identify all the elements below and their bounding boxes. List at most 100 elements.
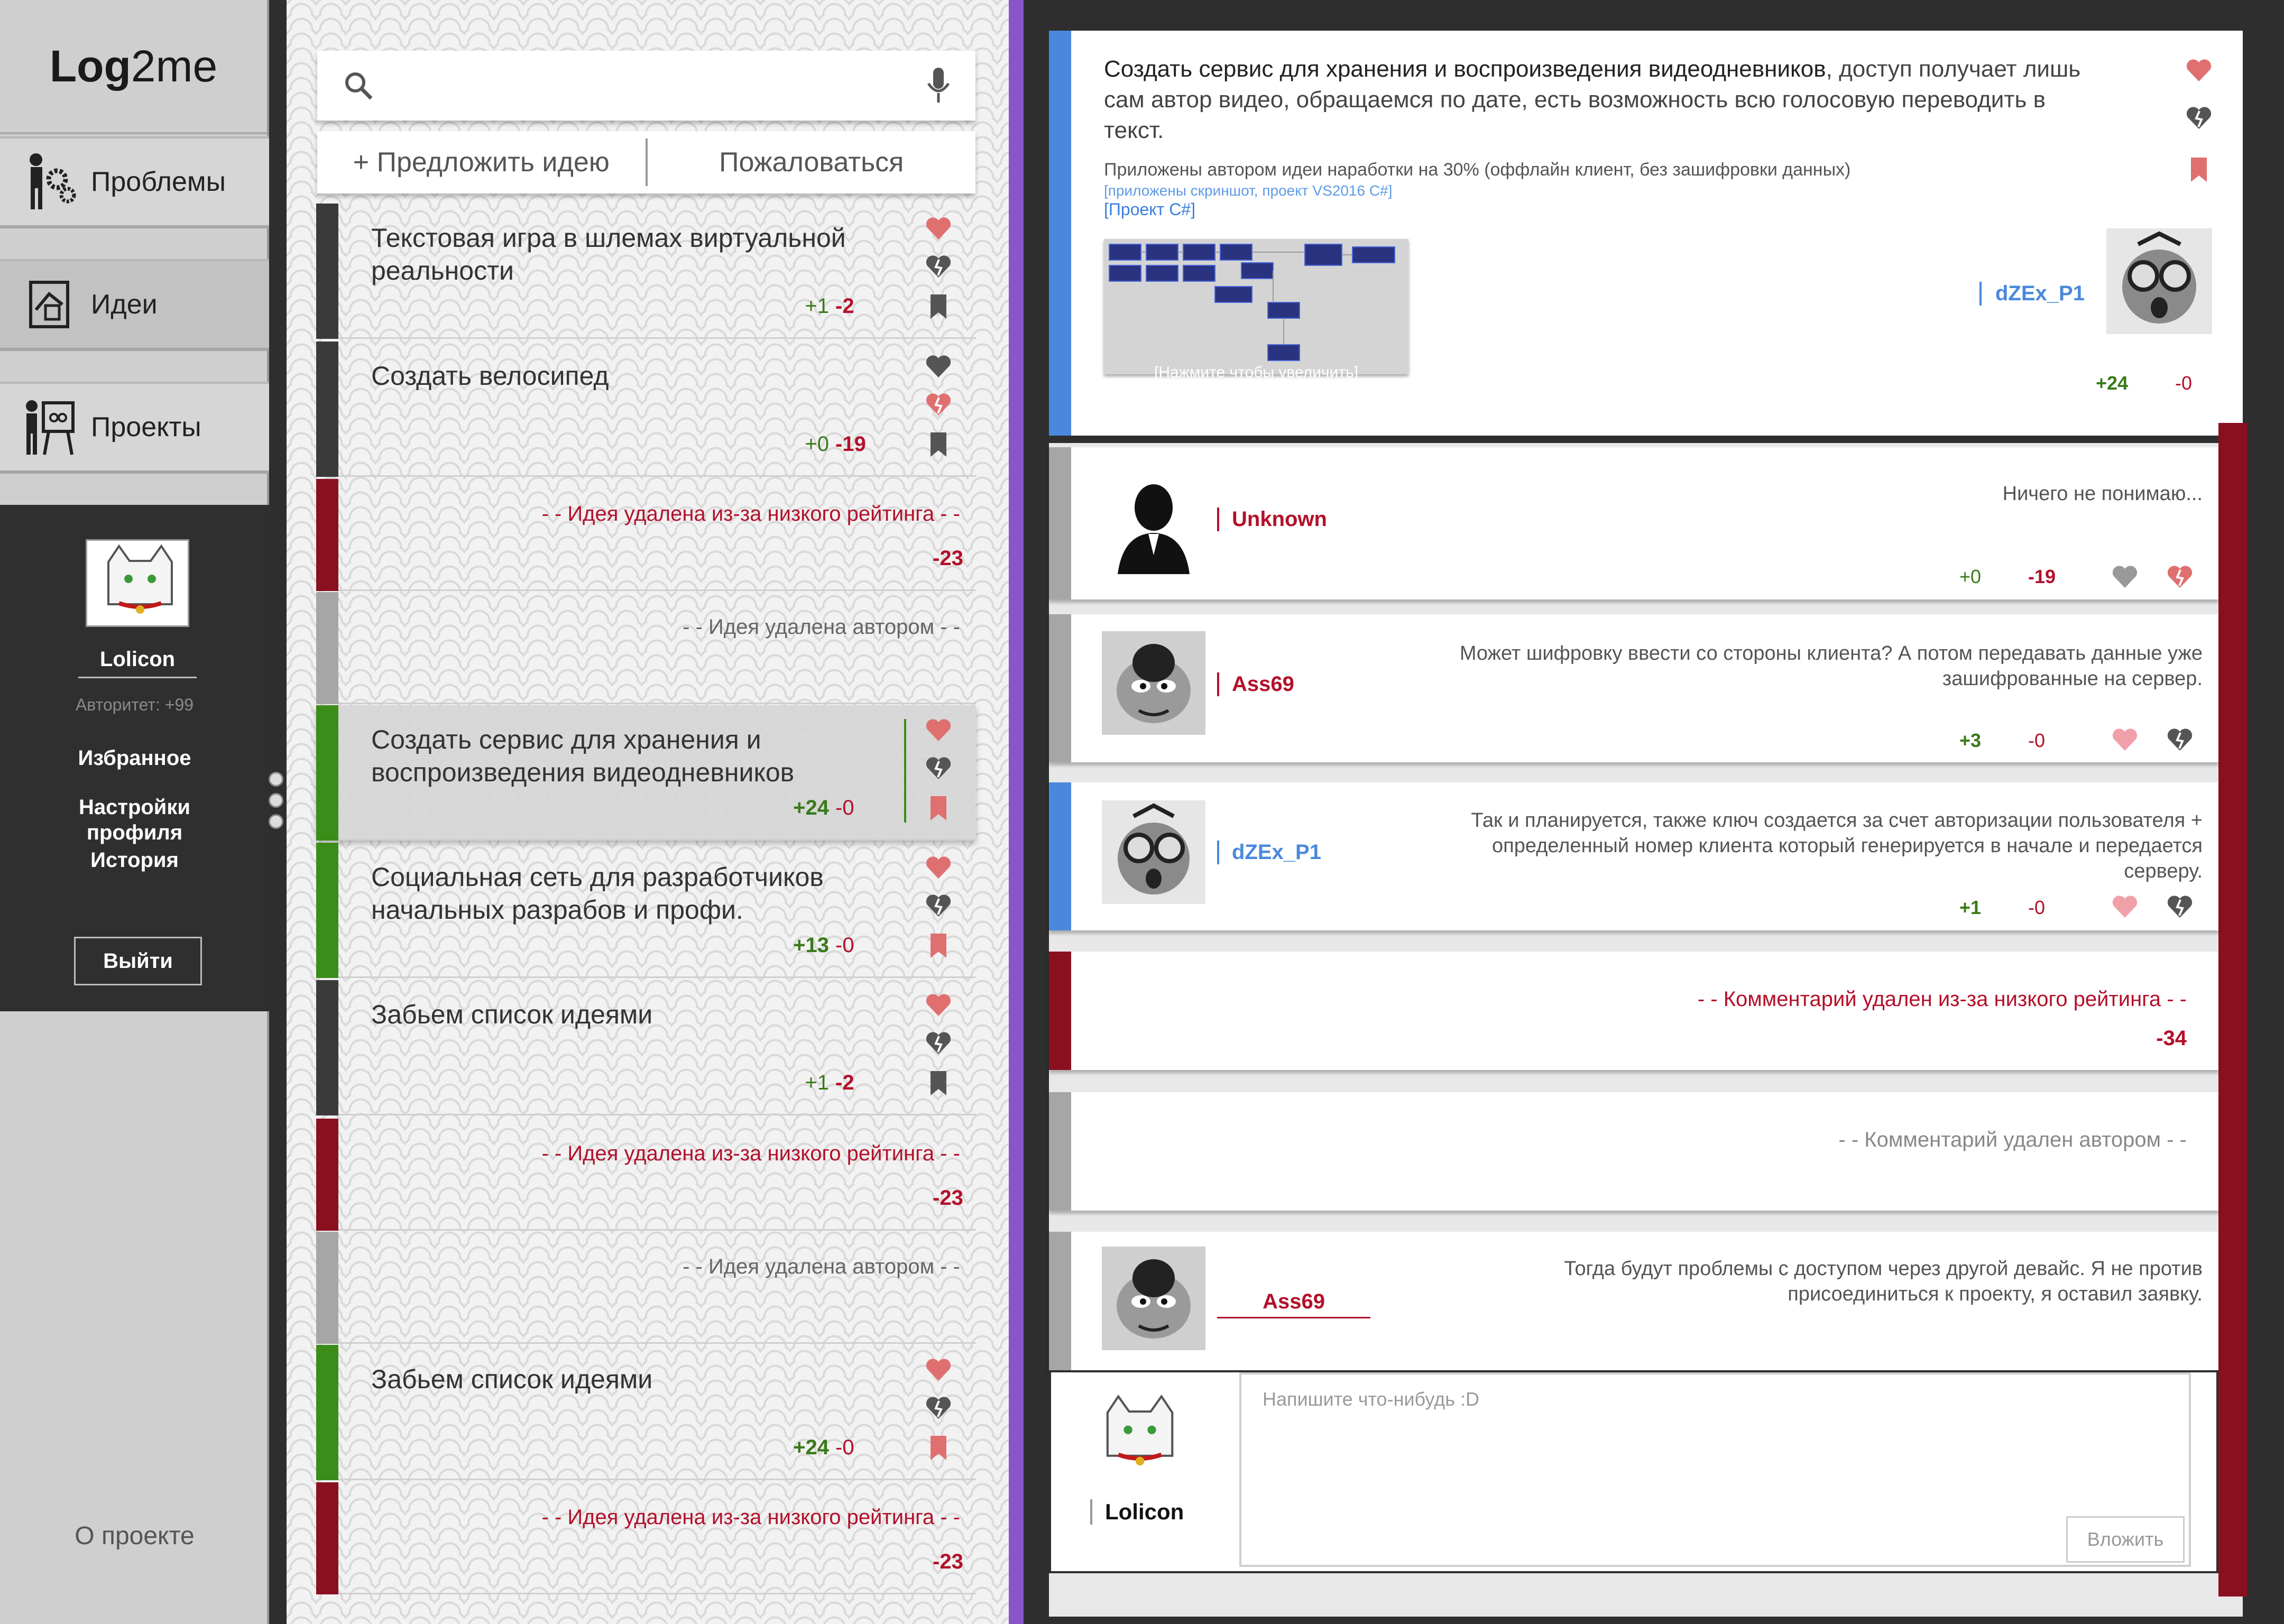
commenter-name[interactable]: Ass69 — [1217, 1290, 1370, 1318]
about-link[interactable]: О проекте — [0, 1521, 269, 1551]
idea-plus-score: +13 — [793, 934, 829, 957]
like-heart-icon[interactable] — [924, 1355, 953, 1384]
dislike-broken-heart-icon[interactable] — [2185, 104, 2213, 132]
bookmark-icon[interactable] — [924, 430, 953, 459]
search-input[interactable] — [386, 67, 894, 105]
comment-status-bar — [1049, 614, 1071, 762]
profile-name[interactable]: Lolicon — [78, 648, 197, 678]
bookmark-icon[interactable] — [2185, 155, 2213, 184]
diagram-preview-icon — [1104, 239, 1408, 374]
like-heart-icon[interactable] — [924, 991, 953, 1019]
bookmark-icon[interactable] — [924, 1069, 953, 1097]
like-heart-icon[interactable] — [2111, 562, 2139, 591]
search-icon[interactable] — [343, 70, 374, 102]
presentation-icon — [26, 400, 75, 455]
idea-title[interactable]: Текстовая игра в шлемах виртуальной реал… — [371, 222, 889, 287]
commenter-name[interactable]: dZEx_P1 — [1217, 841, 1321, 864]
comment-text: Может шифровку ввести со стороны клиента… — [1459, 642, 2203, 690]
like-heart-icon[interactable] — [924, 352, 953, 381]
like-heart-icon[interactable] — [924, 214, 953, 243]
idea-status-bar — [316, 1345, 338, 1480]
idea-row-deleted: - - Идея удалена из-за низкого рейтинга … — [316, 479, 976, 591]
logout-button[interactable]: Выйти — [74, 937, 202, 985]
idea-row[interactable]: Создать велосипед +0 -19 — [316, 342, 976, 477]
idea-title[interactable]: Создать велосипед — [371, 359, 889, 392]
idea-title[interactable]: Создать сервис для хранения и воспроизве… — [371, 723, 889, 789]
idea-minus-score: -0 — [835, 796, 854, 819]
detail-status-bar — [1049, 31, 1071, 436]
bookmark-icon[interactable] — [924, 292, 953, 321]
dislike-broken-heart-icon[interactable] — [924, 252, 953, 281]
attach-button[interactable]: Вложить — [2066, 1516, 2185, 1563]
project-link[interactable]: [Проект C#] — [1104, 200, 1195, 219]
idea-status-bar — [316, 204, 338, 339]
comment-composer: Lolicon Напишите что-нибудь :D Вложить — [1049, 1370, 2218, 1573]
dislike-broken-heart-icon[interactable] — [924, 891, 953, 920]
dislike-broken-heart-icon[interactable] — [924, 390, 953, 419]
comments-scroll-rail[interactable] — [2218, 423, 2247, 1597]
dislike-broken-heart-icon[interactable] — [924, 754, 953, 782]
dislike-broken-heart-icon[interactable] — [924, 1394, 953, 1422]
dislike-broken-heart-icon[interactable] — [924, 1029, 953, 1057]
dislike-broken-heart-icon[interactable] — [2166, 562, 2194, 591]
microphone-icon[interactable] — [925, 67, 952, 105]
screenshot-thumbnail[interactable]: [Нажмите чтобы увеличить] — [1104, 239, 1408, 381]
sidebar-item-ideas[interactable]: Идеи — [0, 259, 269, 351]
commenter-name[interactable]: Unknown — [1217, 508, 1327, 531]
comment-input[interactable]: Напишите что-нибудь :D — [1239, 1372, 2191, 1567]
comment-status-bar — [1049, 782, 1071, 930]
history-link[interactable]: История — [0, 847, 269, 873]
deleted-notice: - - Идея удалена из-за низкого рейтинга … — [541, 502, 960, 525]
like-heart-icon[interactable] — [924, 716, 953, 744]
commenter-avatar[interactable] — [1102, 470, 1205, 574]
idea-status-bar — [316, 980, 338, 1115]
like-heart-icon[interactable] — [2111, 892, 2139, 921]
profile-rating: Авторитет: +99 — [75, 695, 194, 714]
detail-author[interactable]: dZEx_P1 — [1979, 282, 2085, 306]
idea-row[interactable]: Текстовая игра в шлемах виртуальной реал… — [316, 204, 976, 339]
commenter-avatar[interactable] — [1102, 631, 1205, 735]
suggest-idea-button[interactable]: + Предложить идею — [317, 146, 646, 178]
idea-row[interactable]: Забьем список идеями +24 -0 — [316, 1345, 976, 1480]
avatar[interactable] — [86, 539, 189, 627]
bookmark-icon[interactable] — [924, 1434, 953, 1462]
idea-minus-score: -2 — [835, 1071, 854, 1094]
idea-status-bar — [316, 592, 338, 704]
sidebar-item-projects[interactable]: Проекты — [0, 382, 269, 474]
profile-settings-link[interactable]: Настройки профиля — [0, 795, 269, 845]
binder-rings — [269, 772, 283, 835]
bookmark-icon[interactable] — [924, 931, 953, 960]
avatar[interactable] — [1086, 1388, 1192, 1483]
cat-avatar-icon — [87, 541, 188, 625]
commenter-avatar[interactable] — [1102, 1247, 1205, 1350]
ideas-scroll-rail[interactable] — [1009, 0, 1024, 1624]
dislike-broken-heart-icon[interactable] — [2166, 892, 2194, 921]
idea-title[interactable]: Социальная сеть для разработчиков началь… — [371, 861, 889, 926]
comment-card: Ass69 Тогда будут проблемы с доступом че… — [1049, 1232, 2218, 1370]
sidebar-item-problems[interactable]: Проблемы — [0, 136, 269, 228]
idea-row-selected[interactable]: Создать сервис для хранения и воспроизве… — [316, 705, 976, 841]
dislike-broken-heart-icon[interactable] — [2166, 725, 2194, 754]
idea-title[interactable]: Забьем список идеями — [371, 998, 889, 1031]
idea-detail-card: Создать сервис для хранения и воспроизве… — [1049, 31, 2243, 436]
commenter-avatar[interactable] — [1102, 800, 1205, 904]
comment-deleted: - - Комментарий удален из-за низкого рей… — [1049, 952, 2218, 1070]
sidebar-item-label: Проекты — [91, 412, 201, 442]
bookmark-icon[interactable] — [924, 794, 953, 823]
idea-title[interactable]: Забьем список идеями — [371, 1363, 889, 1396]
attachments-hint: [приложены скриншот, проект VS2016 C#] — [1104, 182, 1393, 199]
idea-minus-score: -0 — [835, 1436, 854, 1459]
complain-button[interactable]: Пожаловаться — [648, 146, 976, 178]
like-heart-icon[interactable] — [2111, 725, 2139, 754]
commenter-name[interactable]: Ass69 — [1217, 672, 1294, 696]
favorites-link[interactable]: Избранное — [0, 745, 269, 771]
like-heart-icon[interactable] — [924, 853, 953, 882]
like-heart-icon[interactable] — [2185, 56, 2213, 85]
idea-row[interactable]: Забьем список идеями +1 -2 — [316, 980, 976, 1115]
deleted-score: -23 — [933, 1550, 963, 1573]
search-bar[interactable] — [317, 51, 975, 121]
idea-row[interactable]: Социальная сеть для разработчиков началь… — [316, 843, 976, 978]
author-avatar[interactable] — [2106, 228, 2212, 334]
deleted-notice: - - Комментарий удален автором - - — [1838, 1128, 2187, 1151]
app-logo[interactable]: Log 2me — [0, 0, 267, 134]
